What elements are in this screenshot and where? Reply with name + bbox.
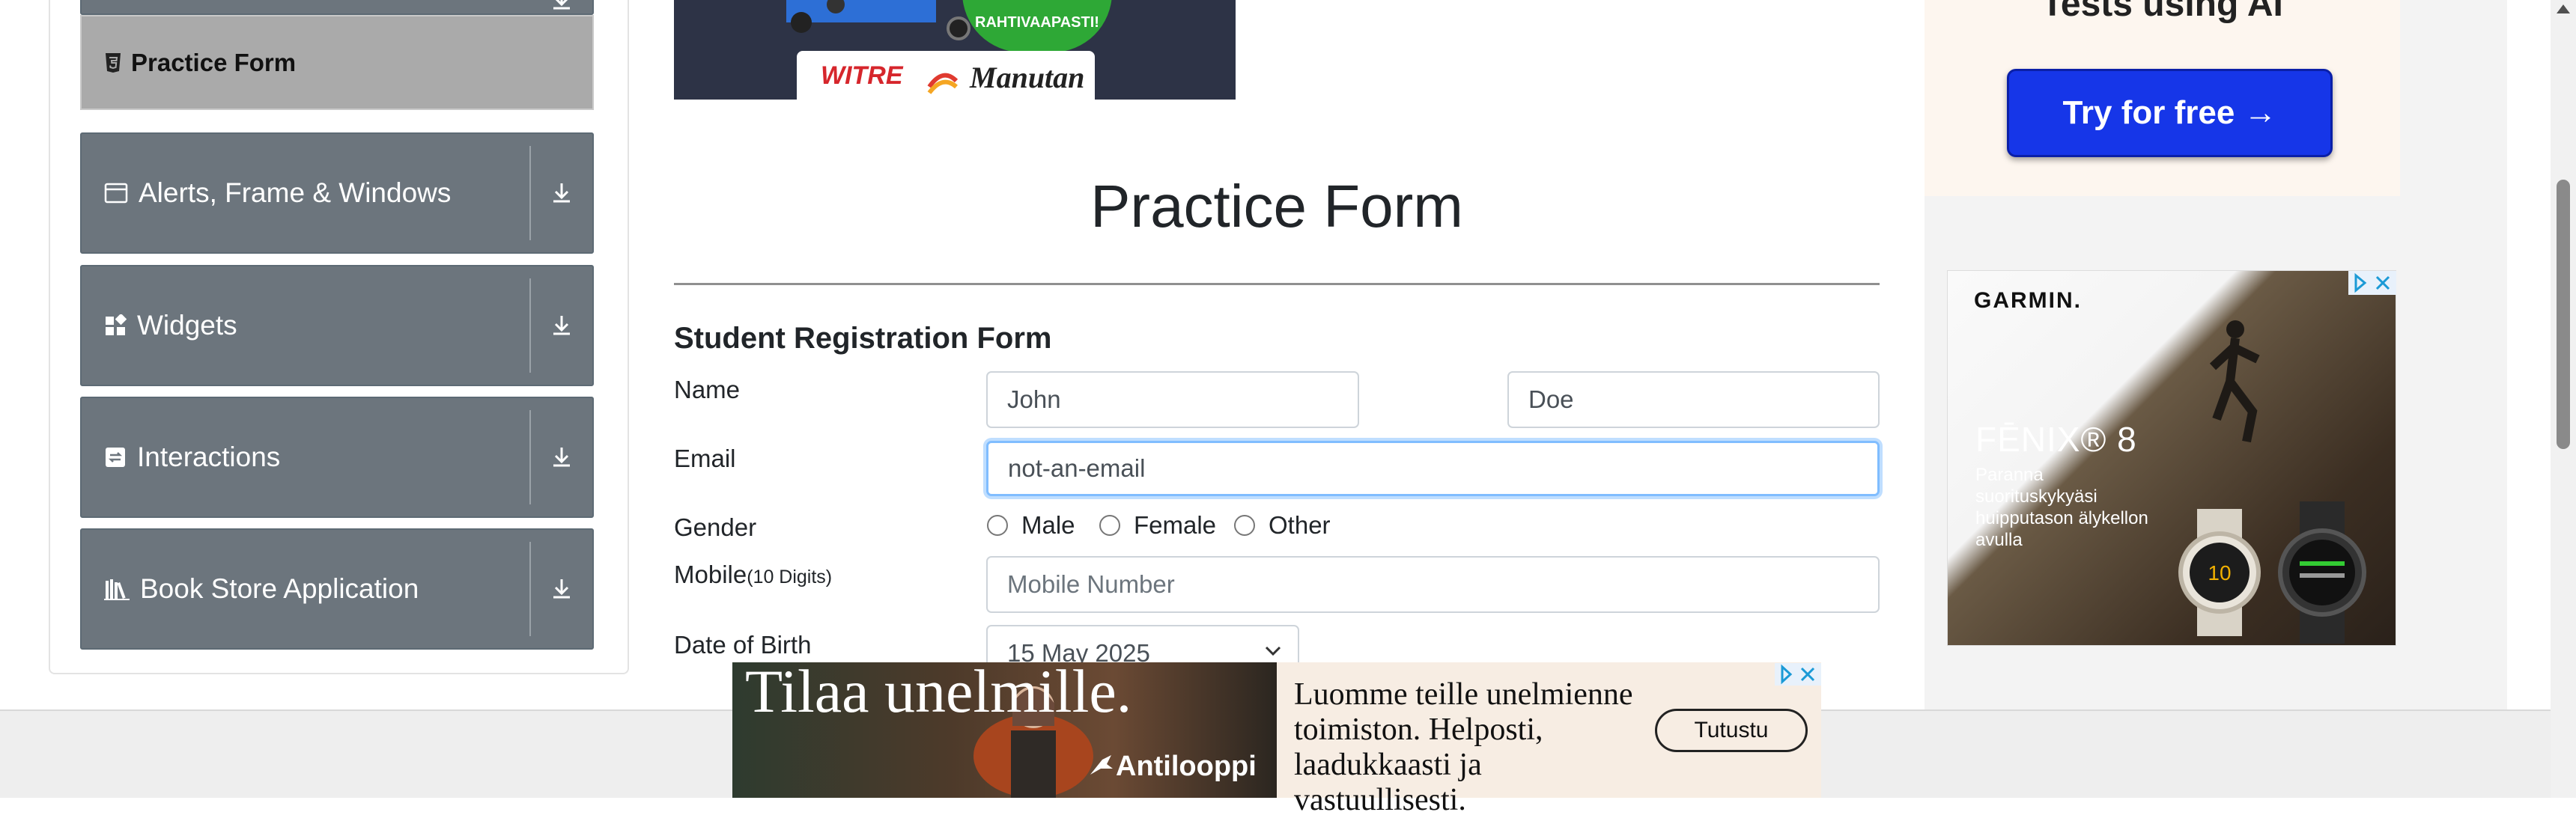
dob-label: Date of Birth	[674, 631, 812, 659]
title-divider	[674, 283, 1880, 285]
watch-image	[2273, 501, 2371, 644]
download-arrow-icon	[531, 182, 592, 204]
gender-radio-male[interactable]: Male	[987, 511, 1075, 540]
chevron-down-icon	[1264, 645, 1282, 661]
sidebar-item-practice-form[interactable]: Practice Form	[80, 15, 594, 110]
sidebar-group-alerts[interactable]: Alerts, Frame & Windows	[80, 132, 594, 254]
mobile-input[interactable]: Mobile Number	[986, 556, 1880, 613]
html5-icon	[106, 52, 121, 73]
window-icon	[104, 183, 128, 204]
radio-label: Male	[1021, 511, 1075, 539]
gender-radio-other[interactable]: Other	[1234, 511, 1331, 540]
sidebar-group-label: Interactions	[137, 442, 281, 472]
bottom-ad-text: Luomme teille unelmienne toimiston. Help…	[1294, 677, 1633, 817]
email-label: Email	[674, 445, 736, 472]
antiloopi-logo: Antilooppi	[1116, 751, 1257, 782]
svg-text:10: 10	[2208, 561, 2231, 584]
sidebar-group-interactions[interactable]: Interactions	[80, 397, 594, 518]
sidebar-group-book-store[interactable]: Book Store Application	[80, 528, 594, 650]
sidebar-group-widgets[interactable]: Widgets	[80, 265, 594, 386]
sidebar-group-label: Widgets	[137, 310, 237, 341]
gender-label: Gender	[674, 513, 757, 541]
mobile-label-text: Mobile	[674, 561, 747, 588]
email-input[interactable]: not-an-email	[986, 441, 1880, 496]
first-name-input[interactable]: John	[986, 371, 1359, 428]
page-title: Practice Form	[1090, 173, 1463, 239]
name-label: Name	[674, 376, 741, 403]
adchoices-icon[interactable]	[2348, 271, 2396, 295]
witre-logo: WITRE	[821, 61, 903, 90]
radio-circle[interactable]	[1234, 515, 1255, 536]
fenix-text: Paranna suorituskykyäsi huipputason älyk…	[1975, 465, 2148, 550]
interactions-icon	[106, 448, 125, 467]
manutan-logo-icon	[926, 64, 959, 97]
scrollbar-thumb[interactable]	[2557, 180, 2570, 449]
adchoices-icon[interactable]	[1775, 663, 1821, 686]
bottom-ad-headline: Tilaa unelmille.	[745, 657, 1132, 725]
download-arrow-icon	[531, 578, 592, 600]
antiloopi-logo-icon	[1089, 752, 1114, 781]
radio-circle[interactable]	[987, 515, 1008, 536]
mobile-hint: (10 Digits)	[747, 567, 833, 587]
radio-label: Female	[1134, 511, 1217, 539]
mobile-label: Mobile(10 Digits)	[674, 561, 832, 589]
radio-circle[interactable]	[1099, 515, 1120, 536]
books-icon	[104, 579, 130, 600]
sidebar-group-label: Alerts, Frame & Windows	[139, 177, 452, 208]
download-arrow-icon	[531, 446, 592, 468]
sidebar-item-label: Practice Form	[131, 48, 297, 76]
download-arrow-icon	[531, 0, 592, 11]
watch-image: 10	[2175, 509, 2264, 636]
last-name-input[interactable]: Doe	[1507, 371, 1880, 428]
try-for-free-button[interactable]: Try for free →	[2007, 69, 2333, 157]
garmin-logo: GARMIN.	[1974, 288, 2082, 313]
runner-silhouette	[2194, 314, 2269, 464]
radio-label: Other	[1269, 511, 1331, 539]
fenix-title: FĒNIX® 8	[1975, 420, 2137, 459]
manutan-logo: Manutan	[970, 61, 1085, 94]
form-heading: Student Registration Form	[674, 322, 1052, 355]
scroll-up-arrow-icon[interactable]	[2557, 4, 2570, 13]
tutustu-button[interactable]: Tutustu	[1655, 709, 1808, 752]
sidebar-group-forms[interactable]	[80, 0, 594, 15]
gender-radio-female[interactable]: Female	[1099, 511, 1216, 540]
download-arrow-icon	[531, 314, 592, 337]
ai-tests-ad-text: Tests using AI	[2041, 0, 2283, 24]
cart-illustration	[764, 0, 973, 45]
widgets-icon	[106, 314, 127, 335]
sidebar-group-label: Book Store Application	[140, 573, 419, 604]
